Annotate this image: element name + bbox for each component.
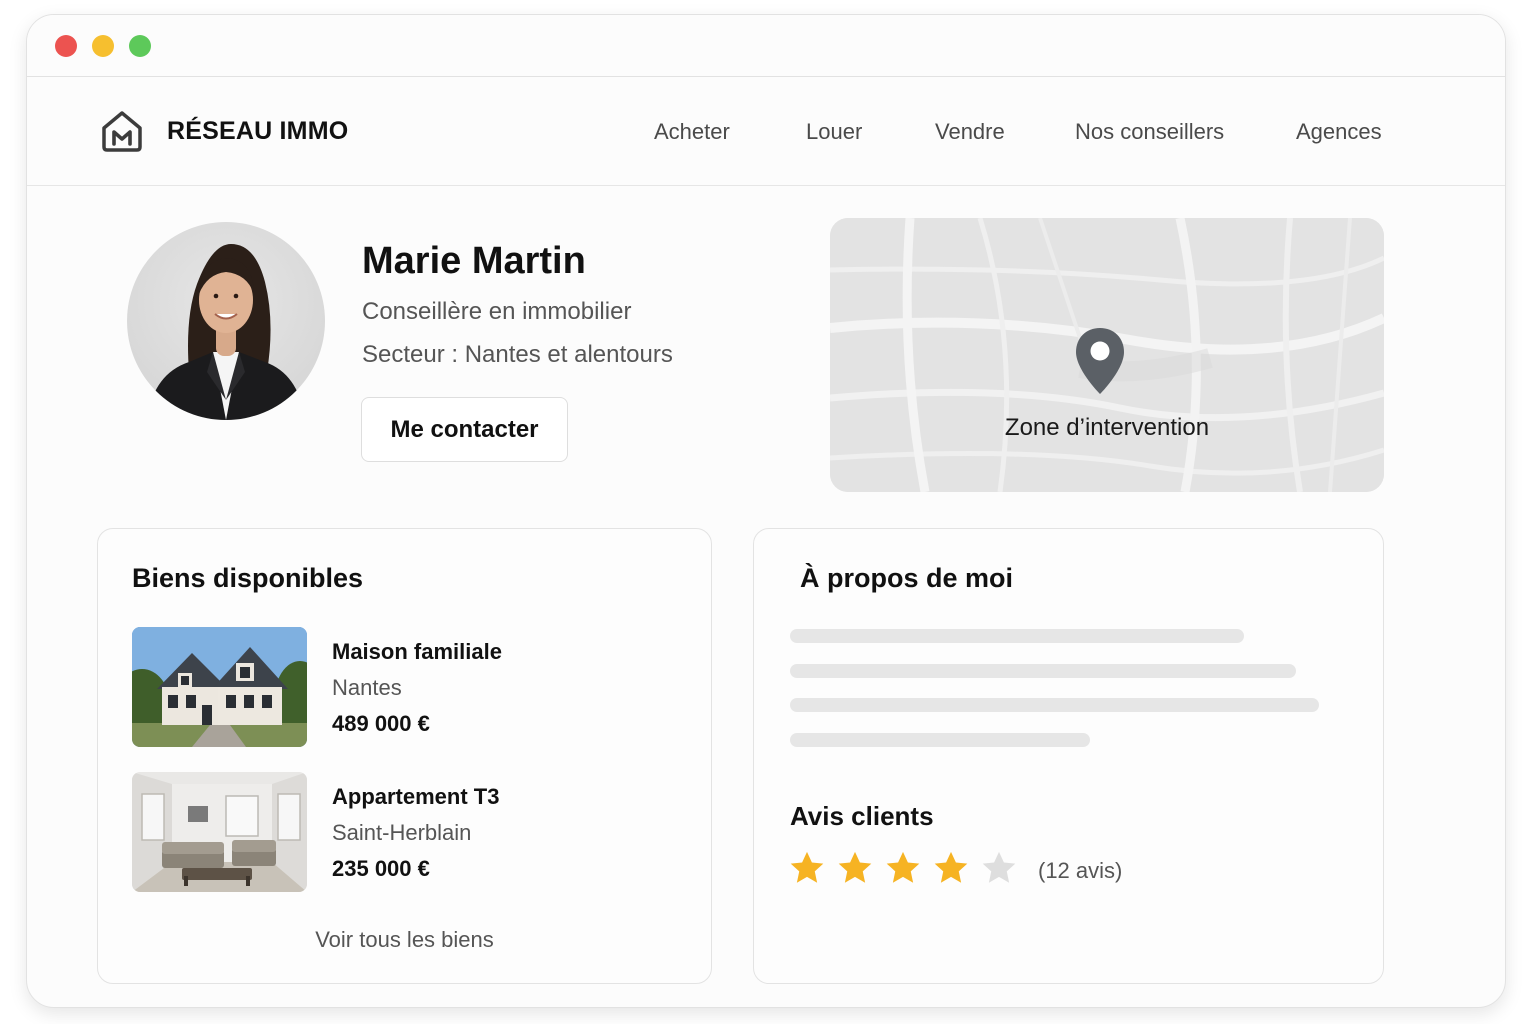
listing-price: 235 000 € [332, 856, 430, 881]
star-icon [790, 851, 824, 883]
maximize-window-button[interactable] [129, 35, 151, 57]
close-window-button[interactable] [55, 35, 77, 57]
listing-price: 489 000 € [332, 711, 430, 736]
listing-city: Nantes [332, 675, 402, 700]
listing-item[interactable]: Maison familiale Nantes 489 000 € [132, 627, 692, 749]
intervention-map[interactable]: Zone d’intervention [830, 218, 1384, 492]
agent-sector: Secteur : Nantes et alentours [362, 341, 673, 368]
nav-link-louer[interactable]: Louer [806, 119, 862, 145]
contact-button[interactable]: Me contacter [361, 397, 568, 462]
agent-avatar [127, 222, 325, 420]
see-all-listings-link[interactable]: Voir tous les biens [98, 927, 711, 953]
listing-city: Saint-Herblain [332, 820, 472, 845]
top-navbar: RÉSEAU IMMO Acheter Louer Vendre Nos con… [27, 77, 1505, 186]
about-card: À propos de moi Avis clients (12 avis) [753, 528, 1384, 984]
about-text-placeholder-line [790, 733, 1090, 747]
map-label: Zone d’intervention [1004, 414, 1210, 441]
listing-title: Maison familiale [332, 639, 502, 664]
nav-link-agences[interactable]: Agences [1296, 119, 1382, 145]
listing-photo-apartment [132, 772, 307, 892]
listing-item[interactable]: Appartement T3 Saint-Herblain 235 000 € [132, 772, 692, 894]
star-icon [886, 851, 920, 883]
reviews-title: Avis clients [790, 801, 934, 831]
about-text-placeholder-line [790, 664, 1296, 678]
listings-card: Biens disponibles Maison familiale Nante… [97, 528, 712, 984]
browser-window: RÉSEAU IMMO Acheter Louer Vendre Nos con… [26, 14, 1506, 1008]
agent-name: Marie Martin [362, 240, 586, 282]
house-m-logo-icon[interactable] [99, 108, 145, 154]
map-pin-icon [1076, 328, 1124, 394]
window-titlebar [27, 15, 1505, 77]
nav-link-nos-conseillers[interactable]: Nos conseillers [1075, 119, 1224, 145]
listing-photo-house [132, 627, 307, 747]
nav-link-vendre[interactable]: Vendre [935, 119, 1005, 145]
brand-name[interactable]: RÉSEAU IMMO [167, 117, 348, 146]
star-icon [838, 851, 872, 883]
agent-role: Conseillère en immobilier [362, 298, 632, 325]
minimize-window-button[interactable] [92, 35, 114, 57]
about-text-placeholder-line [790, 698, 1319, 712]
star-icon [982, 851, 1016, 883]
nav-link-acheter[interactable]: Acheter [654, 119, 730, 145]
listings-title: Biens disponibles [132, 563, 364, 593]
about-title: À propos de moi [800, 563, 1014, 593]
about-text-placeholder-line [790, 629, 1244, 643]
listing-title: Appartement T3 [332, 784, 500, 809]
reviews-count[interactable]: (12 avis) [1038, 858, 1122, 884]
star-icon [934, 851, 968, 883]
